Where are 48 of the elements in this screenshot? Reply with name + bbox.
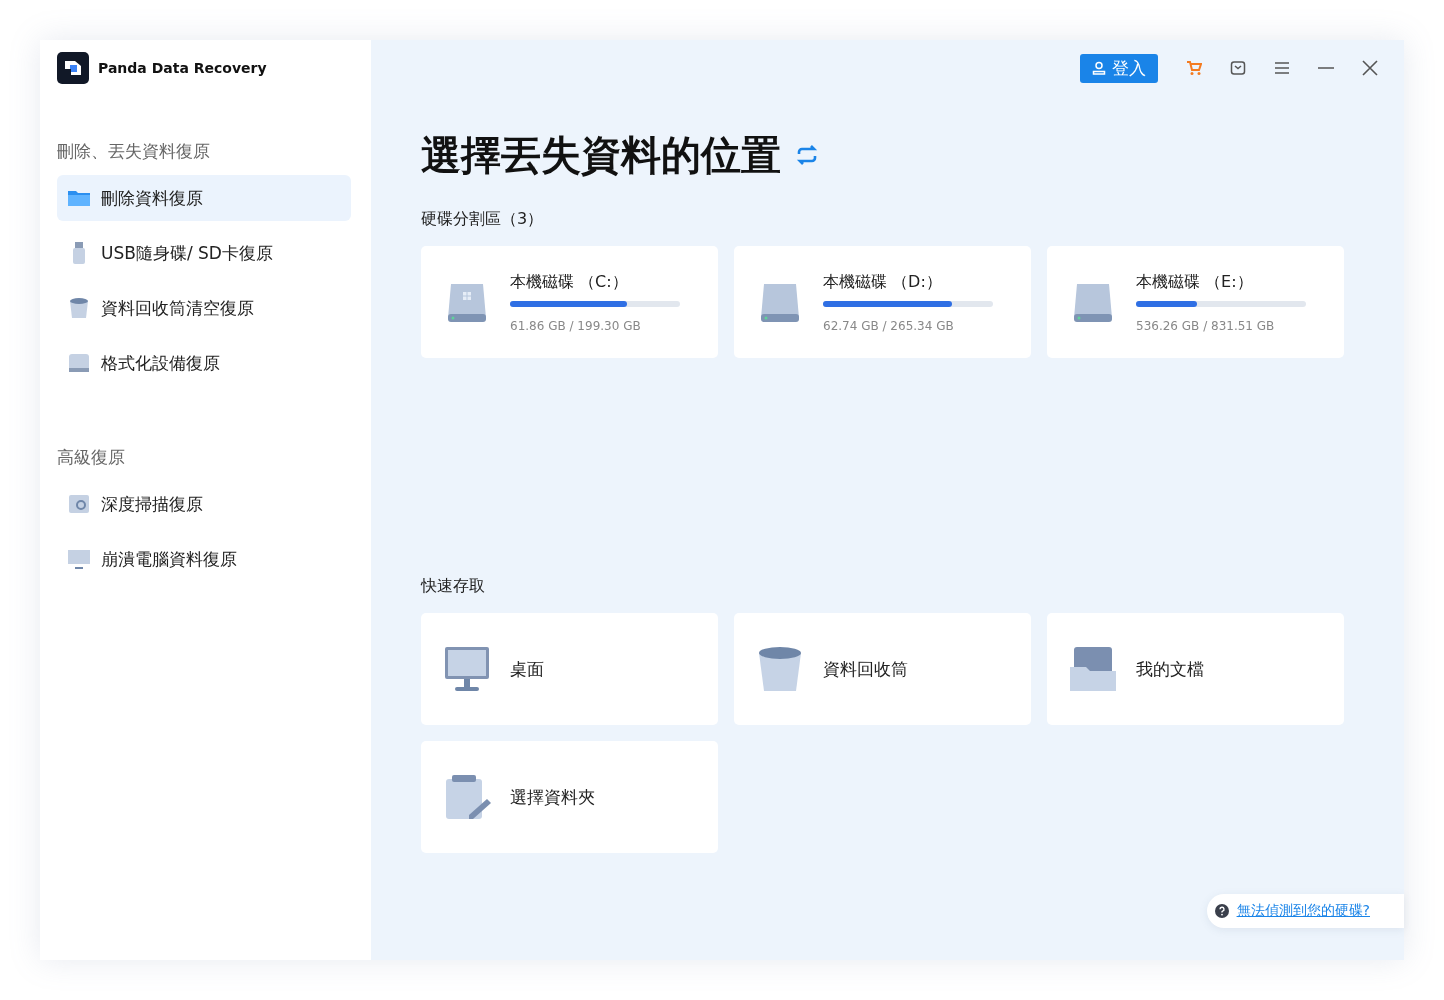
monitor-icon bbox=[443, 645, 491, 693]
trash-bin-icon bbox=[756, 645, 804, 693]
help-link[interactable]: 無法偵測到您的硬碟? bbox=[1236, 902, 1370, 920]
drive-card[interactable]: 本機磁碟 （E:） 536.26 GB / 831.51 GB bbox=[1047, 246, 1344, 358]
user-icon bbox=[1092, 61, 1106, 75]
trash-bin-icon bbox=[67, 296, 91, 320]
sidebar-item[interactable]: 格式化設備復原 bbox=[57, 340, 351, 386]
document-folder-icon bbox=[1069, 645, 1117, 693]
scan-drive-icon bbox=[67, 492, 91, 516]
location-name: 資料回收筒 bbox=[823, 657, 908, 681]
app-logo-icon bbox=[57, 52, 89, 84]
sidebar-item[interactable]: 深度掃描復原 bbox=[57, 481, 351, 527]
monitor-icon bbox=[67, 547, 91, 571]
location-name: 桌面 bbox=[510, 657, 544, 681]
drive-card[interactable]: 本機磁碟 （D:） 62.74 GB / 265.34 GB bbox=[734, 246, 1031, 358]
location-name: 我的文檔 bbox=[1136, 657, 1204, 681]
sidebar-item[interactable]: 資料回收筒清空復原 bbox=[57, 285, 351, 331]
section-title: 高級復原 bbox=[57, 446, 126, 469]
location-card[interactable]: 選擇資料夾 bbox=[421, 741, 718, 853]
drive-size: 536.26 GB / 831.51 GB bbox=[1136, 318, 1276, 333]
section-heading: 快速存取 bbox=[421, 576, 486, 597]
drive-card[interactable]: 本機磁碟 （C:） 61.86 GB / 199.30 GB bbox=[421, 246, 718, 358]
section-title: 刪除、丟失資料復原 bbox=[57, 140, 211, 163]
location-card[interactable]: 桌面 bbox=[421, 613, 718, 725]
cart-icon[interactable] bbox=[1186, 60, 1202, 76]
sidebar-item[interactable]: USB隨身碟/ SD卡復原 bbox=[57, 230, 351, 276]
location-card[interactable]: 資料回收筒 bbox=[734, 613, 1031, 725]
drive-size: 61.86 GB / 199.30 GB bbox=[510, 318, 642, 333]
drive-name: 本機磁碟 （D:） bbox=[823, 271, 943, 293]
page-title: 選擇丟失資料的位置 bbox=[421, 135, 781, 175]
folder-icon bbox=[67, 188, 91, 208]
login-button[interactable]: 登入 bbox=[1080, 53, 1158, 83]
sidebar-item[interactable]: 刪除資料復原 bbox=[57, 175, 351, 221]
help-icon bbox=[1214, 904, 1229, 918]
clipboard-pencil-icon bbox=[443, 773, 491, 821]
drive-size: 62.74 GB / 265.34 GB bbox=[823, 318, 955, 333]
message-icon[interactable] bbox=[1230, 60, 1246, 76]
refresh-icon[interactable] bbox=[795, 143, 819, 167]
location-card[interactable]: 我的文檔 bbox=[1047, 613, 1344, 725]
hard-drive-icon bbox=[67, 351, 91, 375]
close-icon[interactable] bbox=[1362, 60, 1378, 76]
section-heading: 硬碟分割區（3） bbox=[421, 209, 545, 230]
menu-icon[interactable] bbox=[1274, 60, 1290, 76]
drive-name: 本機磁碟 （C:） bbox=[510, 271, 629, 293]
app-name: Panda Data Recovery bbox=[98, 60, 267, 76]
location-name: 選擇資料夾 bbox=[510, 785, 595, 809]
drive-name: 本機磁碟 （E:） bbox=[1136, 271, 1254, 293]
sidebar-item[interactable]: 崩潰電腦資料復原 bbox=[57, 536, 351, 582]
